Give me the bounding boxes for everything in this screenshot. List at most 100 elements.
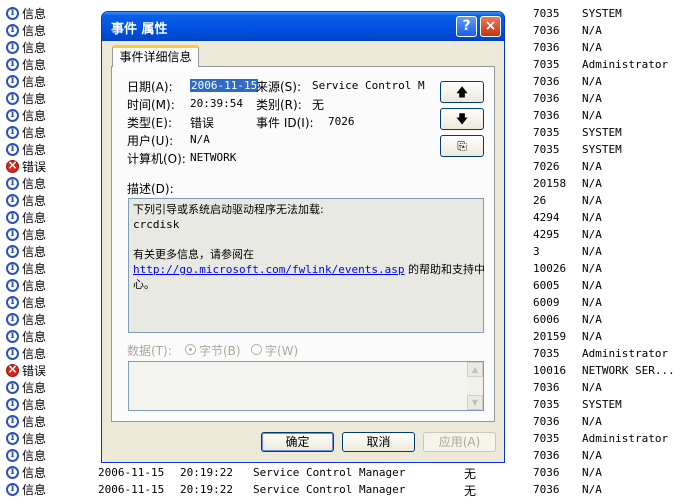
event-id-cell: 7036 <box>533 466 560 479</box>
type-cell: 信息 <box>6 295 46 310</box>
event-id-value[interactable]: 7026 <box>328 115 355 128</box>
event-id-cell: 3 <box>533 245 540 258</box>
user-cell: SYSTEM <box>582 126 622 139</box>
info-icon <box>6 296 19 309</box>
copy-icon: ⎘ <box>457 139 467 153</box>
user-cell: N/A <box>582 279 602 292</box>
description-line: 的帮助和支持中 <box>404 263 486 276</box>
user-cell: Administrator <box>582 432 669 445</box>
info-icon <box>6 92 19 105</box>
type-label: 信息 <box>22 41 47 55</box>
date-value[interactable]: 2006-11-15 <box>190 79 259 92</box>
event-id-cell: 7036 <box>533 75 560 88</box>
user-cell: N/A <box>582 245 602 258</box>
date-label: 日期(A): <box>127 80 173 94</box>
user-value[interactable]: N/A <box>190 133 210 146</box>
date-cell: 2006-11-15 <box>98 483 165 496</box>
user-cell: N/A <box>582 194 602 207</box>
info-icon <box>6 126 19 139</box>
info-icon <box>6 432 19 445</box>
data-scrollbar[interactable]: ▲ ▼ <box>467 362 483 410</box>
info-icon <box>6 330 19 343</box>
user-cell: N/A <box>582 449 602 462</box>
type-cell: 信息 <box>6 210 46 225</box>
tab-event-details[interactable]: 事件详细信息 <box>112 45 199 67</box>
user-cell: N/A <box>582 109 602 122</box>
info-icon <box>6 347 19 360</box>
category-value[interactable]: 无 <box>312 96 324 113</box>
source-value[interactable]: Service Control M <box>312 79 425 92</box>
time-value[interactable]: 20:39:54 <box>190 97 243 110</box>
info-icon <box>6 398 19 411</box>
type-label: 信息 <box>22 330 47 344</box>
previous-event-button[interactable]: 🡅 <box>440 81 484 103</box>
time-cell: 20:19:22 <box>180 466 233 479</box>
type-label: 信息 <box>22 415 47 429</box>
event-id-cell: 10026 <box>533 262 567 275</box>
event-id-cell: 7036 <box>533 381 560 394</box>
radio-words[interactable] <box>251 344 262 355</box>
date-cell: 2006-11-15 <box>98 466 165 479</box>
info-icon <box>6 41 19 54</box>
type-cell: 信息 <box>6 125 46 140</box>
dialog-title: 事件 属性 <box>111 22 168 37</box>
type-cell: 信息 <box>6 108 46 123</box>
type-cell: 信息 <box>6 74 46 89</box>
type-label: 信息 <box>22 483 47 497</box>
dialog-titlebar[interactable]: 事件 属性 ? × <box>102 12 504 41</box>
type-label: 信息 <box>22 228 47 242</box>
type-cell: 信息 <box>6 482 46 497</box>
event-id-cell: 7035 <box>533 143 560 156</box>
event-id-cell: 7036 <box>533 483 560 496</box>
type-label: 信息 <box>22 347 47 361</box>
event-id-cell: 26 <box>533 194 547 207</box>
type-label: 错误 <box>22 364 47 378</box>
info-icon <box>6 262 19 275</box>
info-icon <box>6 7 19 20</box>
user-cell: N/A <box>582 313 602 326</box>
description-box[interactable]: 下列引导或系统启动驱动程序无法加载: crcdisk 有关更多信息，请参阅在 h… <box>128 198 486 333</box>
help-link[interactable]: http://go.microsoft.com/fwlink/events.as… <box>133 263 405 276</box>
type-label: 信息 <box>22 126 47 140</box>
type-label: 信息 <box>22 245 47 259</box>
type-cell: 信息 <box>6 176 46 191</box>
table-row[interactable]: 信息 2006-11-15 20:19:22 Service Control Mana… <box>0 481 685 498</box>
computer-value[interactable]: NETWORK <box>190 151 236 164</box>
type-cell: 信息 <box>6 91 46 106</box>
event-id-cell: 7035 <box>533 126 560 139</box>
table-row[interactable]: 信息 2006-11-15 20:19:22 Service Control Mana… <box>0 464 685 481</box>
event-id-cell: 10016 <box>533 364 567 377</box>
event-id-cell: 7036 <box>533 41 560 54</box>
event-id-cell: 7036 <box>533 449 560 462</box>
info-icon <box>6 381 19 394</box>
type-cell: 信息 <box>6 23 46 38</box>
scroll-up-icon[interactable]: ▲ <box>467 362 483 377</box>
source-cell: Service Control Manager <box>253 483 406 496</box>
help-button[interactable]: ? <box>456 16 477 37</box>
type-cell: 信息 <box>6 227 46 242</box>
data-label: 数据(T): <box>127 344 172 358</box>
scroll-down-icon[interactable]: ▼ <box>467 395 483 410</box>
copy-button[interactable]: ⎘ <box>440 135 484 157</box>
description-line: 心。 <box>133 278 155 291</box>
error-icon <box>6 362 19 377</box>
type-cell: 信息 <box>6 431 46 446</box>
event-id-cell: 7036 <box>533 109 560 122</box>
radio-bytes[interactable] <box>185 344 196 355</box>
event-id-cell: 20158 <box>533 177 567 190</box>
cancel-button[interactable]: 取消 <box>342 432 415 452</box>
apply-button[interactable]: 应用(A) <box>423 432 496 452</box>
next-event-button[interactable]: 🡇 <box>440 108 484 130</box>
type-label: 信息 <box>22 296 47 310</box>
info-icon <box>6 245 19 258</box>
time-cell: 20:19:22 <box>180 483 233 496</box>
type-cell: 信息 <box>6 57 46 72</box>
type-label: 信息 <box>22 177 47 191</box>
close-button[interactable]: × <box>480 16 501 37</box>
ok-button[interactable]: 确定 <box>261 432 334 452</box>
event-id-cell: 6005 <box>533 279 560 292</box>
data-box[interactable]: ▲ ▼ <box>128 361 484 411</box>
type-value[interactable]: 错误 <box>190 114 214 131</box>
event-id-cell: 6006 <box>533 313 560 326</box>
type-cell: 信息 <box>6 142 46 157</box>
